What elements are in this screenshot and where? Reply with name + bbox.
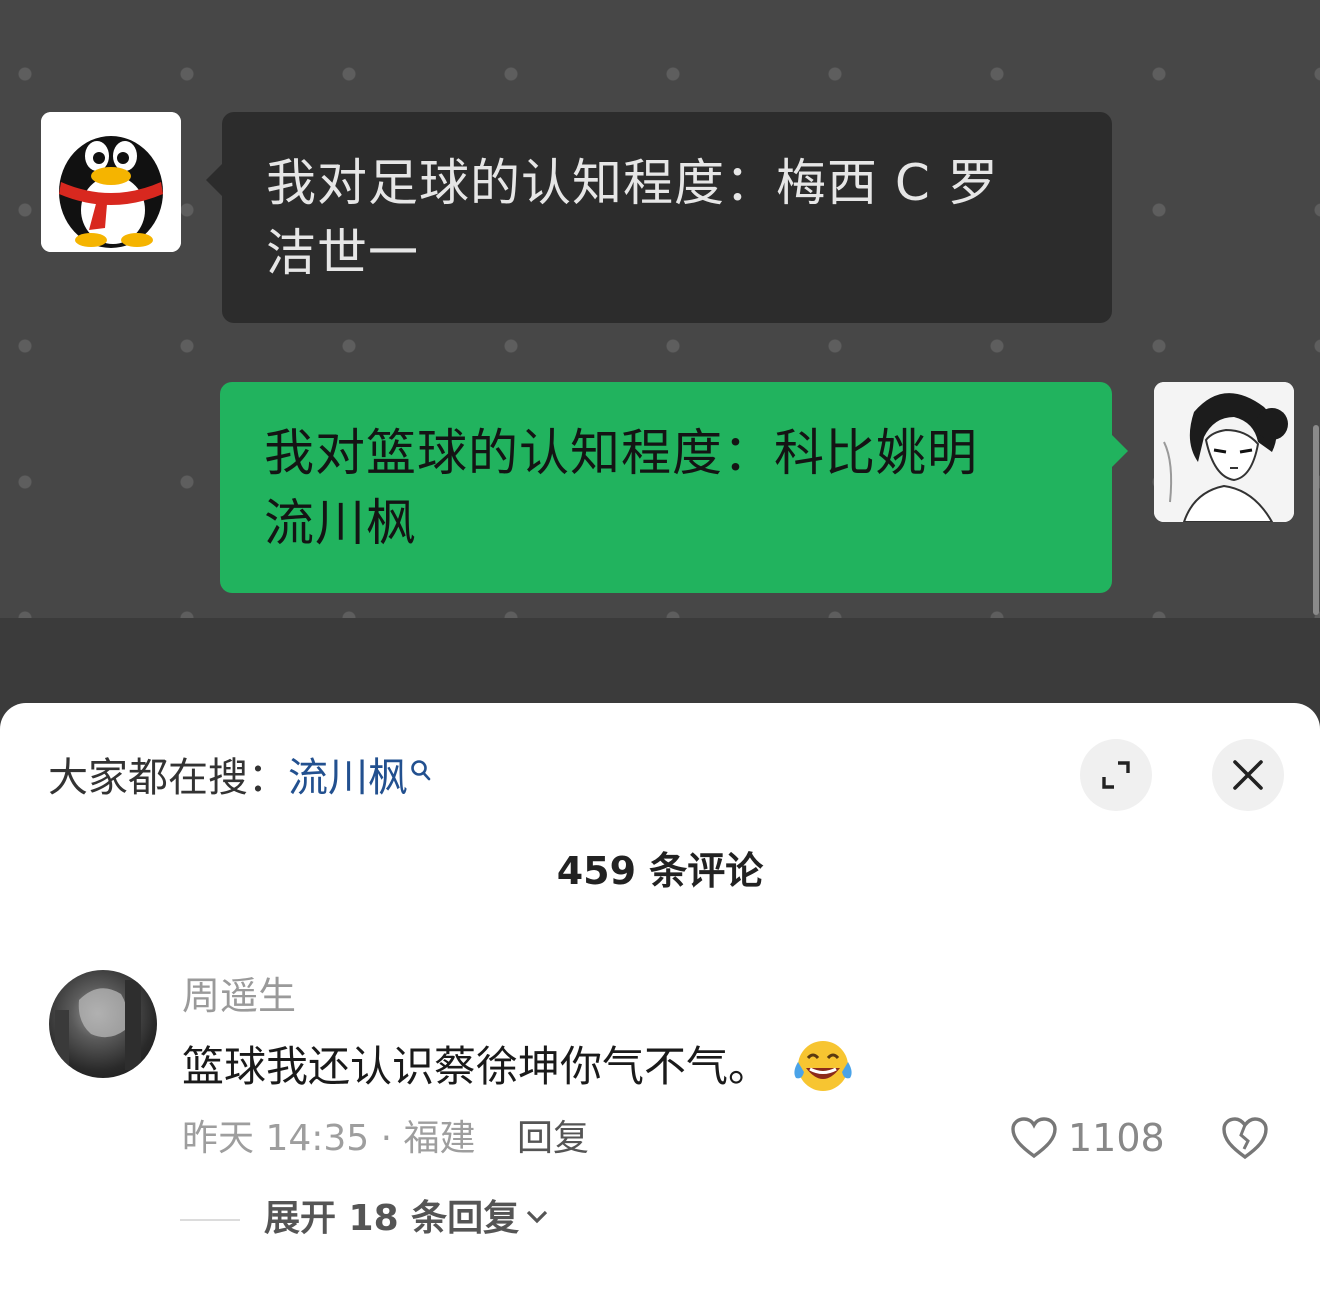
like-count: 1108: [1068, 1116, 1165, 1160]
search-suggestion[interactable]: 大家都在搜：流川枫: [48, 753, 432, 803]
manga-portrait-icon: [1154, 382, 1294, 522]
close-button[interactable]: [1212, 739, 1284, 811]
expand-icon: [1102, 761, 1130, 789]
comment-username[interactable]: 周遥生: [182, 973, 296, 1019]
message-line: 我对篮球的认知程度：科比姚明: [264, 424, 978, 482]
reply-button[interactable]: 回复: [517, 1117, 589, 1161]
expand-button[interactable]: [1080, 739, 1152, 811]
close-icon: [1233, 760, 1263, 790]
comment-sheet: 大家都在搜：流川枫 459 条评论 周遥生 篮球我还认识蔡徐坤你气不气。 昨天 …: [0, 703, 1320, 1292]
scrollbar[interactable]: [1313, 425, 1319, 615]
heart-icon: [1011, 1117, 1057, 1159]
penguin-icon: [41, 112, 181, 252]
comment-meta: 昨天 14:35 · 福建: [182, 1118, 476, 1159]
like-button[interactable]: 1108: [1010, 1113, 1165, 1163]
expand-replies-label: 展开 18 条回复: [264, 1198, 520, 1239]
broken-heart-icon: [1222, 1117, 1268, 1160]
message-line: 流川枫: [264, 494, 417, 552]
search-suggestion-prefix: 大家都在搜：: [48, 755, 288, 801]
avatar-image: [55, 980, 141, 1070]
chevron-down-icon: [527, 1210, 548, 1224]
dislike-button[interactable]: [1220, 1115, 1270, 1165]
comment-count-title: 459 条评论: [556, 849, 764, 893]
message-line: 洁世一: [266, 224, 419, 282]
message-line: 我对足球的认知程度：梅西 C 罗: [266, 154, 999, 212]
divider: [180, 1219, 240, 1221]
comment-body: 篮球我还认识蔡徐坤你气不气。: [182, 1042, 771, 1091]
qq-penguin-avatar: [41, 112, 181, 252]
search-icon: [411, 760, 431, 781]
comment-text: 篮球我还认识蔡徐坤你气不气。: [182, 1039, 856, 1095]
expand-replies-button[interactable]: 展开 18 条回复: [264, 1197, 549, 1241]
commenter-avatar[interactable]: [49, 970, 157, 1078]
search-keyword-link[interactable]: 流川枫: [288, 755, 408, 801]
chat-screenshot: 我对足球的认知程度：梅西 C 罗 洁世一 我对篮球的认知程度：科比姚明 流川枫: [0, 0, 1320, 618]
laughing-tears-emoji-icon: [794, 1040, 852, 1091]
anime-avatar: [1154, 382, 1294, 522]
chat-bubble-received: 我对足球的认知程度：梅西 C 罗 洁世一: [222, 112, 1112, 323]
chat-bubble-sent: 我对篮球的认知程度：科比姚明 流川枫: [220, 382, 1112, 593]
